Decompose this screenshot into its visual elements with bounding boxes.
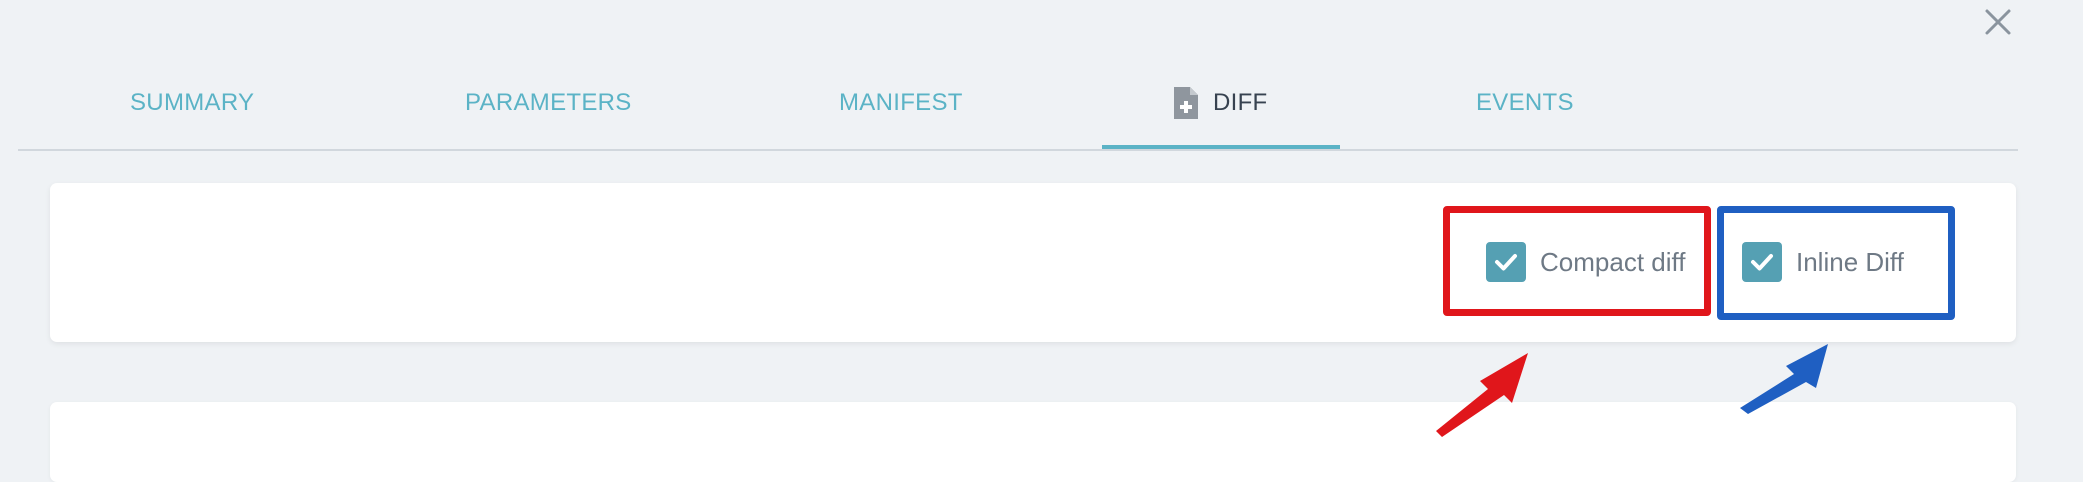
checkmark-icon (1495, 254, 1517, 271)
compact-diff-label: Compact diff (1540, 246, 1686, 277)
tab-divider (18, 149, 2018, 151)
tab-summary[interactable]: SUMMARY (130, 84, 254, 122)
file-plus-icon (1172, 85, 1200, 121)
inline-diff-toggle[interactable]: Inline Diff (1742, 240, 1904, 284)
tab-label: DIFF (1213, 89, 1268, 116)
active-tab-indicator (1102, 145, 1340, 149)
compact-diff-toggle[interactable]: Compact diff (1486, 240, 1685, 284)
diff-content-card (50, 402, 2016, 482)
inline-diff-checkbox[interactable] (1742, 242, 1782, 282)
inline-diff-label: Inline Diff (1796, 246, 1904, 277)
tab-bar: SUMMARY PARAMETERS MANIFEST DIFF EVENTS (0, 0, 2083, 152)
tab-events[interactable]: EVENTS (1476, 84, 1574, 122)
tab-parameters[interactable]: PARAMETERS (465, 84, 632, 122)
tab-label: SUMMARY (130, 89, 255, 116)
tab-diff[interactable]: DIFF (1172, 84, 1268, 122)
tab-label: PARAMETERS (465, 89, 632, 116)
checkmark-icon (1751, 254, 1773, 271)
diff-options-card (50, 183, 2016, 342)
tab-manifest[interactable]: MANIFEST (839, 84, 963, 122)
compact-diff-checkbox[interactable] (1486, 242, 1526, 282)
tab-label: EVENTS (1476, 89, 1574, 116)
tab-label: MANIFEST (839, 89, 963, 116)
